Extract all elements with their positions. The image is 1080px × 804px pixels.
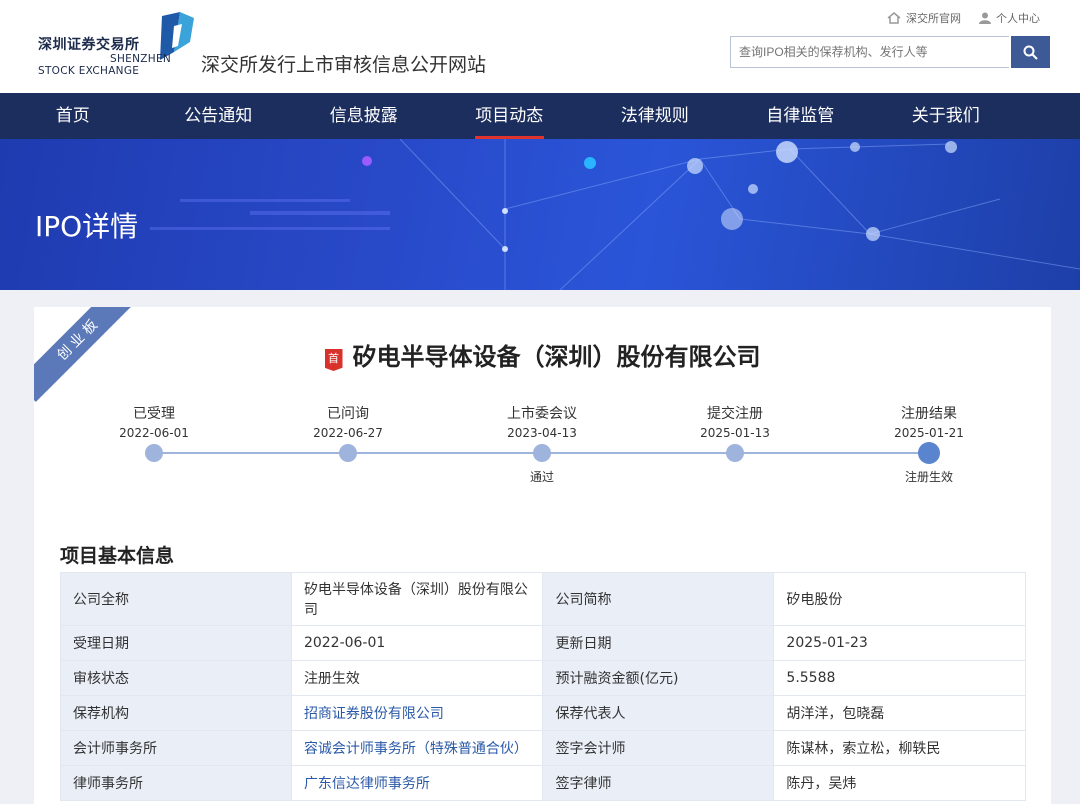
field-label: 签字会计师 bbox=[542, 730, 775, 766]
banner-network-graphic bbox=[150, 139, 1080, 290]
table-row: 律师事务所 广东信达律师事务所 签字律师 陈丹，吴炜 bbox=[60, 765, 1026, 801]
step-name: 上市委会议 bbox=[507, 406, 577, 422]
table-row: 会计师事务所 容诚会计师事务所（特殊普通合伙） 签字会计师 陈谋林，索立松，柳轶… bbox=[60, 730, 1026, 766]
nav-announcements[interactable]: 公告通知 bbox=[146, 93, 292, 139]
step-note: 通过 bbox=[529, 470, 554, 484]
table-row: 审核状态 注册生效 预计融资金额(亿元) 5.5588 bbox=[60, 660, 1026, 696]
sponsor-link[interactable]: 招商证券股份有限公司 bbox=[290, 695, 544, 731]
field-value: 陈丹，吴炜 bbox=[773, 765, 1026, 801]
step-dot bbox=[726, 444, 744, 462]
nav-rules[interactable]: 法律规则 bbox=[582, 93, 728, 139]
personal-center-label: 个人中心 bbox=[996, 12, 1040, 25]
accounting-firm-link[interactable]: 容诚会计师事务所（特殊普通合伙） bbox=[290, 730, 544, 766]
nav-project-updates[interactable]: 项目动态 bbox=[437, 93, 583, 139]
szse-logo[interactable]: 深圳证券交易所 SHENZHEN STOCK EXCHANGE bbox=[38, 12, 208, 82]
field-label: 受理日期 bbox=[60, 625, 292, 661]
table-row: 保荐机构 招商证券股份有限公司 保荐代表人 胡洋洋，包晓磊 bbox=[60, 695, 1026, 731]
search-button[interactable] bbox=[1011, 36, 1050, 68]
top-links: 深交所官网 个人中心 bbox=[887, 10, 1040, 26]
search-input[interactable] bbox=[730, 36, 1009, 68]
field-value: 胡洋洋，包晓磊 bbox=[773, 695, 1026, 731]
step-dot bbox=[533, 444, 551, 462]
site-title: 深交所发行上市审核信息公开网站 bbox=[201, 54, 487, 76]
step-date: 2022-06-27 bbox=[313, 426, 383, 440]
logo-english-line2: STOCK EXCHANGE bbox=[38, 65, 140, 77]
field-value: 5.5588 bbox=[773, 660, 1026, 696]
review-timeline: 已受理 2022-06-01 已问询 2022-06-27 上市委会议 2023… bbox=[34, 403, 1051, 493]
step-name: 已问询 bbox=[327, 406, 369, 422]
user-icon bbox=[979, 12, 991, 24]
field-label: 保荐代表人 bbox=[542, 695, 775, 731]
personal-center-link[interactable]: 个人中心 bbox=[979, 10, 1040, 26]
szse-official-label: 深交所官网 bbox=[906, 12, 961, 25]
field-label: 公司简称 bbox=[542, 572, 775, 626]
company-title: 首矽电半导体设备（深圳）股份有限公司 bbox=[34, 337, 1051, 372]
step-date: 2025-01-21 bbox=[894, 426, 964, 440]
step-date: 2022-06-01 bbox=[119, 426, 189, 440]
section-title: 项目基本信息 bbox=[60, 545, 175, 567]
field-label: 律师事务所 bbox=[60, 765, 292, 801]
step-dot bbox=[145, 444, 163, 462]
nav-supervision[interactable]: 自律监管 bbox=[728, 93, 874, 139]
step-dot bbox=[339, 444, 357, 462]
table-row: 公司全称 矽电半导体设备（深圳）股份有限公司 公司简称 矽电股份 bbox=[60, 572, 1026, 626]
nav-disclosure[interactable]: 信息披露 bbox=[291, 93, 437, 139]
field-label: 公司全称 bbox=[60, 572, 292, 626]
page-title: IPO详情 bbox=[35, 210, 139, 243]
field-label: 审核状态 bbox=[60, 660, 292, 696]
field-label: 保荐机构 bbox=[60, 695, 292, 731]
page-banner: IPO详情 bbox=[0, 139, 1080, 290]
field-value: 矽电股份 bbox=[773, 572, 1026, 626]
project-info-table: 公司全称 矽电半导体设备（深圳）股份有限公司 公司简称 矽电股份 受理日期 20… bbox=[60, 572, 1026, 801]
search-box bbox=[730, 36, 1050, 68]
field-value: 2025-01-23 bbox=[773, 625, 1026, 661]
field-label: 会计师事务所 bbox=[60, 730, 292, 766]
company-name: 矽电半导体设备（深圳）股份有限公司 bbox=[352, 343, 761, 371]
field-value: 注册生效 bbox=[290, 660, 544, 696]
first-listing-badge-icon: 首 bbox=[324, 349, 343, 371]
ipo-detail-card: 创业板 首矽电半导体设备（深圳）股份有限公司 已受理 2022-06-01 已问… bbox=[34, 307, 1051, 804]
logo-english-line1: SHENZHEN bbox=[110, 53, 172, 65]
step-name: 已受理 bbox=[133, 406, 175, 422]
field-value: 矽电半导体设备（深圳）股份有限公司 bbox=[290, 572, 544, 626]
step-name: 注册结果 bbox=[901, 406, 957, 422]
nav-about[interactable]: 关于我们 bbox=[873, 93, 1019, 139]
step-note: 注册生效 bbox=[904, 470, 953, 484]
field-value: 2022-06-01 bbox=[290, 625, 544, 661]
nav-home[interactable]: 首页 bbox=[0, 93, 146, 139]
step-name: 提交注册 bbox=[707, 406, 763, 422]
main-nav: 首页 公告通知 信息披露 项目动态 法律规则 自律监管 关于我们 bbox=[0, 93, 1080, 139]
step-dot-current bbox=[918, 442, 940, 464]
logo-chinese-name: 深圳证券交易所 bbox=[38, 37, 140, 53]
field-label: 签字律师 bbox=[542, 765, 775, 801]
step-date: 2023-04-13 bbox=[507, 426, 577, 440]
field-value: 陈谋林，索立松，柳轶民 bbox=[773, 730, 1026, 766]
table-row: 受理日期 2022-06-01 更新日期 2025-01-23 bbox=[60, 625, 1026, 661]
search-icon bbox=[1023, 45, 1038, 60]
site-header: 深圳证券交易所 SHENZHEN STOCK EXCHANGE 深交所发行上市审… bbox=[0, 0, 1080, 93]
step-date: 2025-01-13 bbox=[700, 426, 770, 440]
law-firm-link[interactable]: 广东信达律师事务所 bbox=[290, 765, 544, 801]
field-label: 更新日期 bbox=[542, 625, 775, 661]
field-label: 预计融资金额(亿元) bbox=[542, 660, 775, 696]
szse-official-link[interactable]: 深交所官网 bbox=[887, 10, 961, 26]
home-icon bbox=[887, 12, 901, 24]
